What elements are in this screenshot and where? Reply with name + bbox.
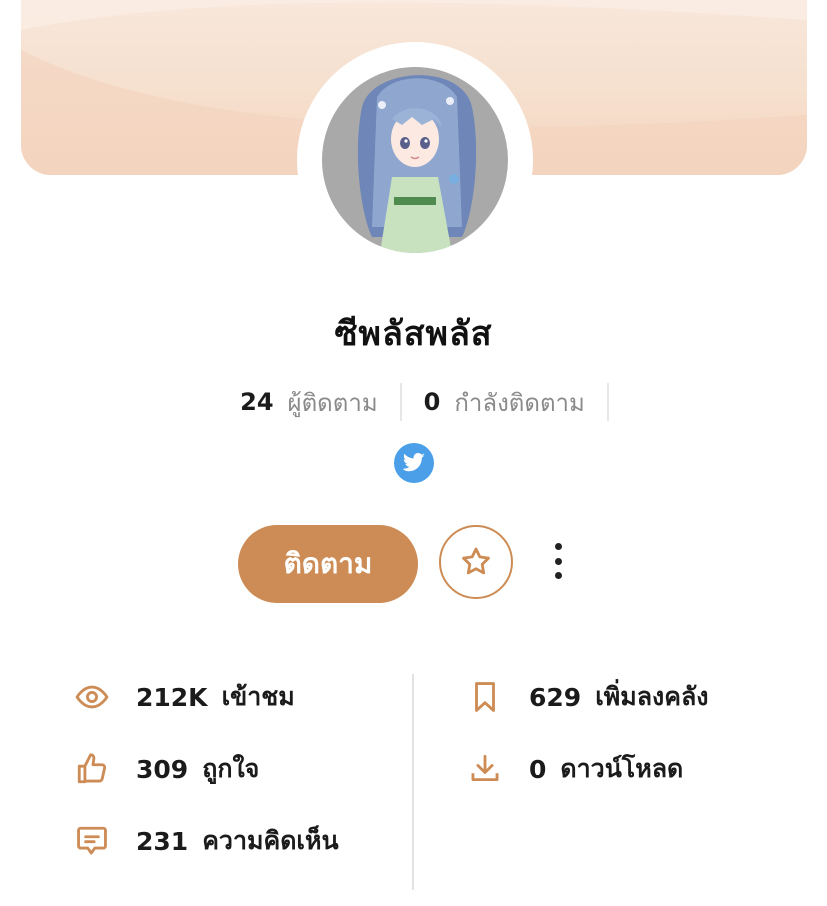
more-vertical-icon[interactable] — [540, 540, 576, 582]
likes-stat: 309 ถูกใจ — [74, 747, 259, 791]
download-icon — [467, 751, 503, 787]
library-stat: 629 เพิ่มลงคลัง — [467, 675, 708, 719]
library-label: เพิ่มลงคลัง — [595, 682, 709, 711]
comments-stat: 231 ความคิดเห็น — [74, 819, 339, 863]
views-label: เข้าชม — [221, 682, 295, 711]
downloads-value: 0 — [529, 754, 547, 784]
profile-name: ซีพลัสพลัส — [334, 314, 493, 354]
comments-value: 231 — [136, 826, 189, 856]
follow-button[interactable]: ติดตาม — [238, 525, 418, 603]
metrics-divider — [412, 674, 414, 890]
following-label: กำลังติดตาม — [454, 388, 585, 417]
star-icon — [462, 547, 490, 575]
followers-count: 24 — [240, 388, 274, 416]
library-value: 629 — [529, 682, 582, 712]
favorite-button[interactable] — [439, 525, 513, 599]
downloads-stat: 0 ดาวน์โหลด — [467, 747, 683, 791]
comments-label: ความคิดเห็น — [202, 826, 339, 855]
profile-page: ซีพลัสพลัส 24 ผู้ติดตาม 0 กำลังติดตาม ติ… — [0, 0, 827, 906]
avatar[interactable] — [322, 67, 508, 253]
eye-icon — [74, 679, 110, 715]
twitter-icon[interactable] — [394, 443, 434, 483]
thumbs-up-icon — [74, 751, 110, 787]
likes-value: 309 — [136, 754, 189, 784]
followers-stat[interactable]: 24 ผู้ติดตาม — [218, 382, 400, 422]
following-count: 0 — [423, 388, 441, 416]
views-value: 212K — [136, 682, 208, 712]
views-stat: 212K เข้าชม — [74, 675, 295, 719]
bookmark-icon — [467, 679, 503, 715]
followers-label: ผู้ติดตาม — [287, 388, 378, 417]
likes-label: ถูกใจ — [202, 754, 260, 783]
follow-stats: 24 ผู้ติดตาม 0 กำลังติดตาม — [0, 382, 827, 422]
comment-icon — [74, 823, 110, 859]
divider — [606, 383, 609, 421]
downloads-label: ดาวน์โหลด — [560, 754, 684, 783]
following-stat[interactable]: 0 กำลังติดตาม — [402, 382, 607, 422]
